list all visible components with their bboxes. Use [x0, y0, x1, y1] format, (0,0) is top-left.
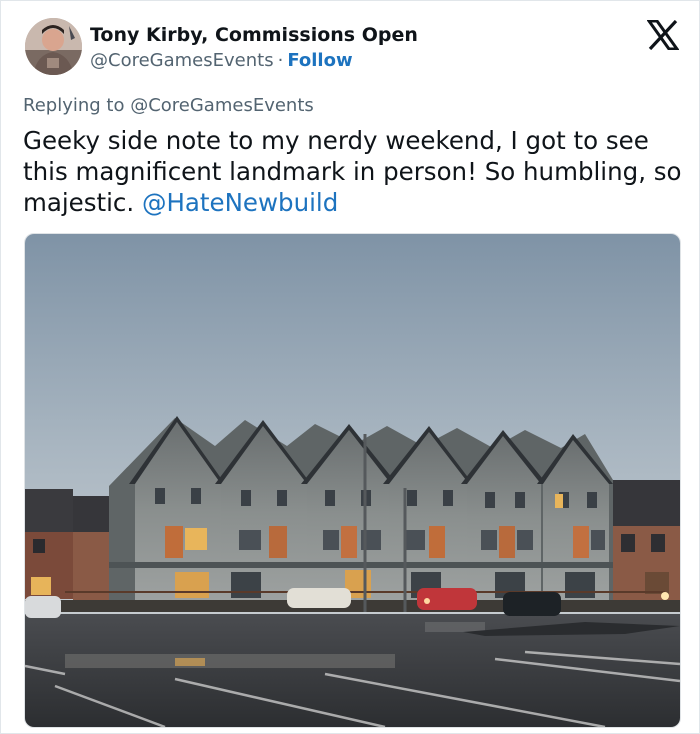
tweet-card: Tony Kirby, Commissions Open @CoreGamesE…	[0, 0, 700, 734]
mention-link[interactable]: @HateNewbuild	[142, 188, 338, 217]
tweet-text: Geeky side note to my nerdy weekend, I g…	[23, 125, 683, 218]
tweet-body: Geeky side note to my nerdy weekend, I g…	[23, 126, 682, 217]
tweet-photo[interactable]	[24, 233, 681, 728]
replying-to-prefix: Replying to	[23, 95, 131, 116]
author-subline: @CoreGamesEvents · Follow	[90, 49, 353, 73]
separator-dot: ·	[277, 50, 284, 71]
follow-button[interactable]: Follow	[287, 50, 352, 71]
terrace-houses	[109, 416, 613, 600]
x-logo-icon[interactable]	[646, 19, 680, 51]
replying-to-line: Replying to @CoreGamesEvents	[23, 94, 314, 118]
author-handle[interactable]: @CoreGamesEvents	[90, 50, 274, 71]
left-houses	[25, 489, 109, 600]
right-house	[613, 480, 680, 600]
author-display-name[interactable]: Tony Kirby, Commissions Open	[90, 23, 418, 47]
avatar[interactable]	[25, 18, 82, 75]
replying-to-handle[interactable]: @CoreGamesEvents	[130, 95, 314, 116]
